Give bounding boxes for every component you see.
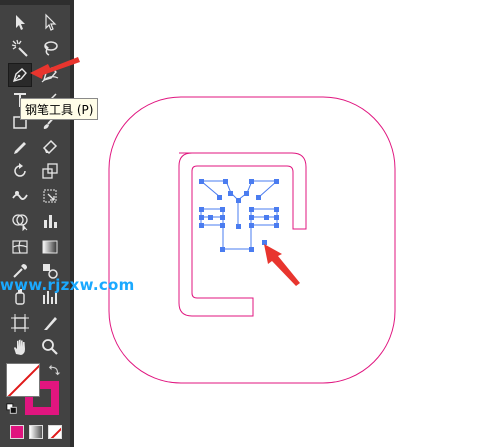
annotation-arrow-path xyxy=(264,244,300,286)
annotation-layer xyxy=(30,57,300,286)
none-slash-icon xyxy=(7,364,39,396)
tooltip: 钢笔工具 (P) xyxy=(20,98,99,120)
annotation-arrow-pen xyxy=(30,57,80,79)
watermark: www.rjzxw.com xyxy=(0,276,135,294)
fill-swatch[interactable] xyxy=(6,363,40,397)
